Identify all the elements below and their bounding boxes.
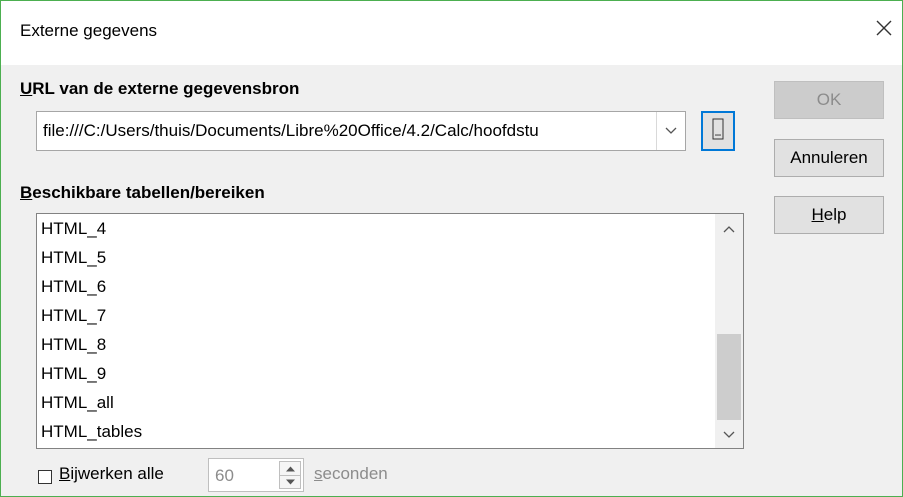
ok-button[interactable]: OK [774, 81, 884, 119]
interval-value[interactable]: 60 [215, 466, 234, 486]
browse-button[interactable] [701, 111, 735, 151]
scrollbar-thumb[interactable] [717, 334, 741, 420]
dialog-content: URL van de externe gegevensbron file:///… [1, 65, 902, 496]
title-bar: Externe gegevens [1, 1, 902, 65]
url-input[interactable]: file:///C:/Users/thuis/Documents/Libre%2… [43, 121, 655, 141]
tables-section-label: Beschikbare tabellen/bereiken [20, 183, 265, 202]
spin-up-icon[interactable] [280, 462, 300, 476]
list-item[interactable]: HTML_8 [37, 330, 713, 359]
update-checkbox-label: Bijwerken alle [59, 464, 164, 483]
interval-unit-label: seconden [314, 464, 388, 483]
browse-icon [712, 118, 724, 145]
close-icon[interactable] [871, 15, 897, 41]
tables-list-items: HTML_4 HTML_5 HTML_6 HTML_7 HTML_8 HTML_9 HTML… [37, 214, 713, 446]
list-item[interactable]: HTML_7 [37, 301, 713, 330]
chevron-down-icon[interactable] [656, 112, 685, 150]
list-item[interactable]: HTML_9 [37, 359, 713, 388]
help-button[interactable]: Help [774, 196, 884, 234]
list-scrollbar[interactable] [715, 214, 743, 448]
cancel-button[interactable]: Annuleren [774, 139, 884, 177]
chevron-up-icon[interactable] [715, 218, 743, 240]
dialog-window: Externe gegevens URL van de externe gege… [0, 0, 903, 497]
spin-down-icon[interactable] [280, 475, 300, 488]
list-item[interactable]: HTML_6 [37, 272, 713, 301]
interval-spinbox[interactable]: 60 [208, 458, 304, 492]
tables-listbox[interactable]: HTML_4 HTML_5 HTML_6 HTML_7 HTML_8 HTML_9 HTML… [36, 213, 744, 449]
chevron-down-icon[interactable] [715, 424, 743, 446]
url-combobox[interactable]: file:///C:/Users/thuis/Documents/Libre%2… [36, 111, 686, 151]
list-item[interactable]: HTML_tables [37, 417, 713, 446]
dialog-title: Externe gegevens [20, 21, 158, 40]
list-item[interactable]: HTML_all [37, 388, 713, 417]
url-section-label: URL van de externe gegevensbron [20, 79, 300, 98]
update-checkbox[interactable] [38, 470, 52, 484]
list-item[interactable]: HTML_4 [37, 214, 713, 243]
spin-buttons [279, 461, 301, 489]
list-item[interactable]: HTML_5 [37, 243, 713, 272]
